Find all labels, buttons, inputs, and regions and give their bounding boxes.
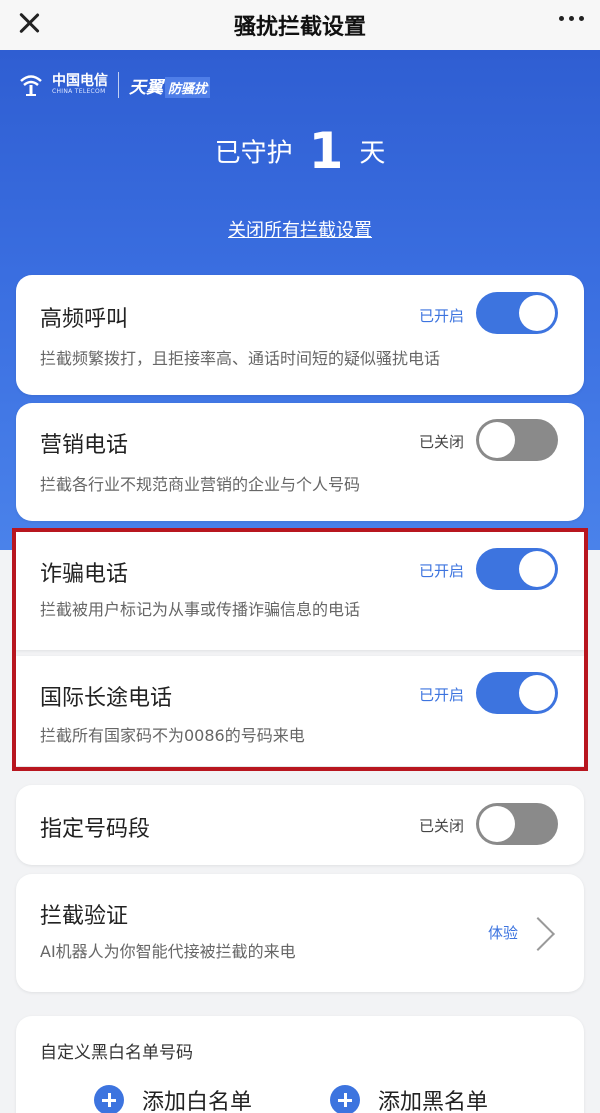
close-icon[interactable]	[14, 8, 44, 38]
custom-list-title: 自定义黑白名单号码	[40, 1043, 193, 1063]
toggle-knob	[519, 295, 555, 331]
setting-description: 拦截频繁拨打，且拒接率高、通话时间短的疑似骚扰电话	[40, 349, 441, 368]
setting-status: 已开启	[418, 562, 464, 580]
toggle-knob	[519, 675, 555, 711]
setting-status: 已开启	[418, 307, 464, 325]
add-blacklist-button[interactable]: 添加黑名单	[330, 1084, 488, 1113]
setting-card-fraud: 诈骗电话 已开启 拦截被用户标记为从事或传播诈骗信息的电话	[16, 532, 584, 650]
plus-icon	[330, 1085, 360, 1113]
setting-name: 指定号码段	[40, 817, 151, 842]
verify-card[interactable]: 拦截验证 AI机器人为你智能代接被拦截的来电 体验	[16, 874, 584, 992]
setting-status: 已关闭	[418, 817, 464, 835]
setting-description: 拦截各行业不规范商业营销的企业与个人号码	[40, 475, 361, 494]
guard-suffix: 天	[359, 138, 386, 169]
fraud-toggle[interactable]	[476, 548, 558, 590]
setting-status: 已开启	[418, 686, 464, 704]
brand-divider	[118, 72, 119, 98]
product-tag: 防骚扰	[165, 76, 211, 98]
more-options-icon[interactable]	[559, 16, 584, 21]
setting-status: 已关闭	[418, 433, 464, 451]
add-whitelist-label: 添加白名单	[142, 1090, 253, 1113]
add-blacklist-label: 添加黑名单	[378, 1090, 489, 1113]
verify-description: AI机器人为你智能代接被拦截的来电	[40, 942, 296, 961]
setting-name: 诈骗电话	[40, 562, 129, 587]
toggle-knob	[519, 551, 555, 587]
china-telecom-logo-icon	[18, 74, 44, 96]
setting-card-high-frequency: 高频呼叫 已开启 拦截频繁拨打，且拒接率高、通话时间短的疑似骚扰电话	[16, 275, 584, 395]
verify-title: 拦截验证	[40, 904, 129, 929]
guard-prefix: 已守护	[214, 138, 293, 169]
toggle-knob	[479, 806, 515, 842]
brand-name-cn: 中国电信	[52, 73, 108, 89]
close-all-link[interactable]: 关闭所有拦截设置	[228, 220, 372, 241]
product-label: 天翼	[129, 77, 163, 98]
setting-card-number-range: 指定号码段 已关闭	[16, 785, 584, 865]
setting-card-marketing: 营销电话 已关闭 拦截各行业不规范商业营销的企业与个人号码	[16, 403, 584, 521]
marketing-toggle[interactable]	[476, 419, 558, 461]
page-title: 骚扰拦截设置	[233, 15, 366, 40]
setting-card-international: 国际长途电话 已开启 拦截所有国家码不为0086的号码来电	[16, 656, 584, 766]
add-whitelist-button[interactable]: 添加白名单	[94, 1084, 252, 1113]
plus-icon	[94, 1085, 124, 1113]
toggle-knob	[479, 422, 515, 458]
brand-logo: 中国电信 CHINA TELECOM 天翼 防骚扰	[18, 72, 211, 98]
try-label[interactable]: 体验	[488, 922, 518, 943]
setting-name: 高频呼叫	[40, 307, 129, 332]
chevron-right-icon	[521, 917, 555, 951]
setting-description: 拦截被用户标记为从事或传播诈骗信息的电话	[40, 600, 361, 619]
brand-name-en: CHINA TELECOM	[52, 88, 106, 95]
setting-name: 国际长途电话	[40, 686, 173, 711]
setting-name: 营销电话	[40, 433, 129, 458]
international-toggle[interactable]	[476, 672, 558, 714]
setting-description: 拦截所有国家码不为0086的号码来电	[40, 726, 305, 745]
guard-days: 已守护 1 天	[0, 122, 600, 180]
title-bar: 骚扰拦截设置	[0, 0, 600, 50]
product-name: 天翼 防骚扰	[129, 73, 211, 98]
guard-days-count: 1	[308, 122, 344, 180]
close-all-wrapper: 关闭所有拦截设置	[0, 216, 600, 242]
high-frequency-toggle[interactable]	[476, 292, 558, 334]
number-range-toggle[interactable]	[476, 803, 558, 845]
